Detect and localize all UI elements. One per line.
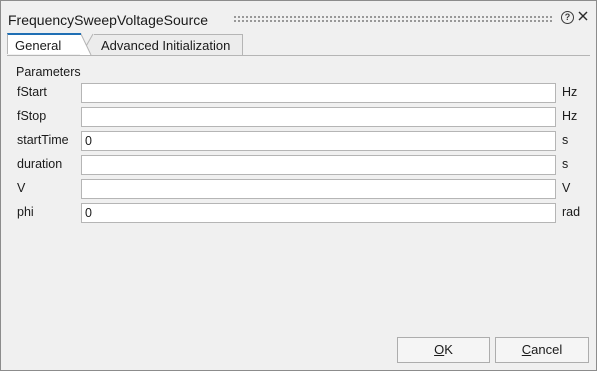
close-icon[interactable] [575,8,591,24]
general-panel: Parameters fStart Hz fStop Hz startTime … [7,55,590,338]
ok-mnemonic: O [434,342,445,357]
dialog-titlebar[interactable]: FrequencySweepVoltageSource ? [1,1,596,34]
tab-bar: Advanced Initialization General [1,33,596,55]
param-label: duration [17,157,63,171]
duration-input[interactable] [81,155,556,175]
dialog-window: FrequencySweepVoltageSource ? Advanced I… [0,0,597,371]
param-row-duration: duration s [7,155,590,175]
cancel-label-rest: ancel [531,342,563,357]
param-unit: s [562,157,569,171]
param-label: fStart [17,85,47,99]
section-title: Parameters [16,65,81,79]
starttime-input[interactable] [81,131,556,151]
tab-label: Advanced Initialization [101,38,231,53]
fstop-input[interactable] [81,107,556,127]
ok-button[interactable]: OK [397,337,490,363]
param-row-v: V V [7,179,590,199]
param-unit: Hz [562,109,578,123]
tab-advanced-initialization[interactable]: Advanced Initialization [93,34,243,55]
cancel-mnemonic: C [521,342,532,357]
tab-label: General [15,38,62,53]
param-unit: s [562,133,569,147]
param-label: fStop [17,109,47,123]
param-label: phi [17,205,34,219]
param-row-fstop: fStop Hz [7,107,590,127]
param-unit: rad [562,205,581,219]
fstart-input[interactable] [81,83,556,103]
param-label: V [17,181,26,195]
dialog-title: FrequencySweepVoltageSource [8,12,209,28]
param-row-phi: phi rad [7,203,590,223]
cancel-button[interactable]: Cancel [495,337,589,363]
param-label: startTime [17,133,69,147]
drag-grip[interactable] [233,15,553,22]
phi-input[interactable] [81,203,556,223]
tab-edge [80,33,92,55]
param-row-fstart: fStart Hz [7,83,590,103]
v-input[interactable] [81,179,556,199]
tab-general[interactable]: General [7,33,81,54]
ok-label-rest: K [444,342,453,357]
help-icon[interactable]: ? [561,11,574,24]
param-unit: V [562,181,571,195]
param-unit: Hz [562,85,578,99]
param-row-starttime: startTime s [7,131,590,151]
